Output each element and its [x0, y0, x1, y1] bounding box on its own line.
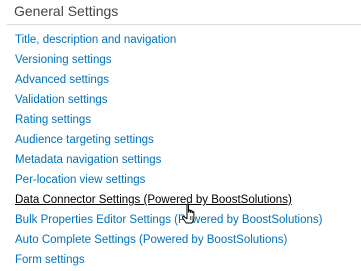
list-item: Auto Complete Settings (Powered by Boost… [15, 231, 322, 251]
list-item: Title, description and navigation [15, 31, 322, 51]
list-item: Per-location view settings [15, 171, 322, 191]
list-item: Validation settings [15, 91, 322, 111]
link-per-location-view-settings[interactable]: Per-location view settings [15, 174, 145, 186]
link-rating-settings[interactable]: Rating settings [15, 114, 91, 126]
list-item: Audience targeting settings [15, 131, 322, 151]
link-auto-complete-settings[interactable]: Auto Complete Settings (Powered by Boost… [15, 234, 287, 246]
general-settings-panel: General Settings Title, description and … [0, 0, 361, 266]
link-advanced-settings[interactable]: Advanced settings [15, 74, 109, 86]
section-title: General Settings [14, 3, 119, 19]
list-item: Versioning settings [15, 51, 322, 71]
list-item: Advanced settings [15, 71, 322, 91]
link-validation-settings[interactable]: Validation settings [15, 94, 107, 106]
list-item: Data Connector Settings (Powered by Boos… [15, 191, 322, 211]
list-item: Form settings [15, 251, 322, 271]
link-versioning-settings[interactable]: Versioning settings [15, 54, 112, 66]
section-divider [7, 24, 361, 25]
link-form-settings[interactable]: Form settings [15, 254, 85, 266]
link-audience-targeting-settings[interactable]: Audience targeting settings [15, 134, 154, 146]
list-item: Bulk Properties Editor Settings (Powered… [15, 211, 322, 231]
link-title-description-navigation[interactable]: Title, description and navigation [15, 34, 176, 46]
list-item: Rating settings [15, 111, 322, 131]
link-data-connector-settings[interactable]: Data Connector Settings (Powered by Boos… [15, 194, 292, 206]
list-item: Metadata navigation settings [15, 151, 322, 171]
settings-link-list: Title, description and navigation Versio… [15, 31, 322, 271]
link-metadata-navigation-settings[interactable]: Metadata navigation settings [15, 154, 161, 166]
link-bulk-properties-editor-settings[interactable]: Bulk Properties Editor Settings (Powered… [15, 214, 322, 226]
